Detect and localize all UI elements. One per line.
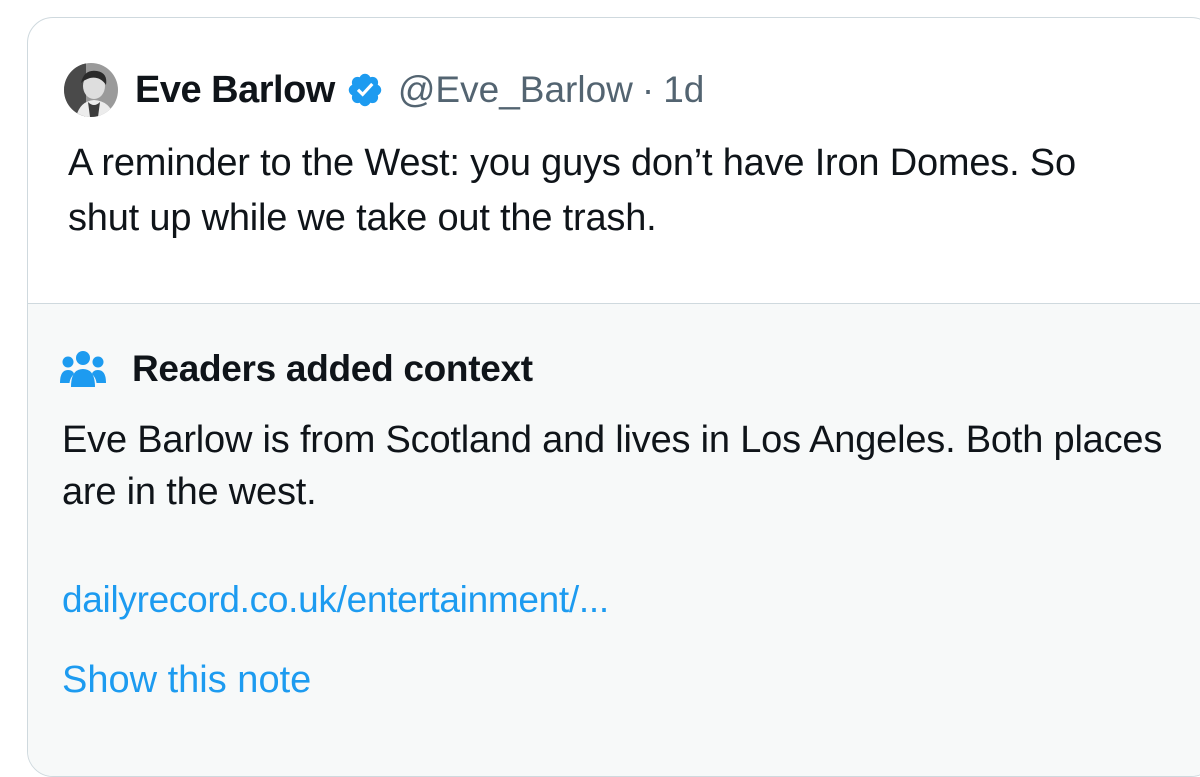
show-note-link[interactable]: Show this note [62, 659, 311, 702]
quoted-tweet-card[interactable]: Eve Barlow @Eve_Barlow · 1d A reminder t… [27, 17, 1200, 777]
tweet-text: A reminder to the West: you guys don’t h… [68, 142, 1076, 239]
note-header: Readers added context [60, 348, 533, 390]
tweet-header: Eve Barlow @Eve_Barlow · 1d [64, 62, 704, 118]
note-source-link[interactable]: dailyrecord.co.uk/entertainment/... [62, 579, 609, 621]
tweet-timestamp[interactable]: 1d [663, 69, 704, 111]
author-name[interactable]: Eve Barlow [135, 69, 335, 112]
author-avatar[interactable] [64, 63, 118, 117]
note-body: Eve Barlow is from Scotland and lives in… [62, 419, 1163, 513]
verified-badge-icon [348, 73, 382, 107]
note-title: Readers added context [132, 348, 533, 389]
separator-dot: · [641, 69, 655, 110]
community-note: Readers added context Eve Barlow is from… [28, 303, 1200, 776]
people-icon [60, 351, 106, 387]
author-handle[interactable]: @Eve_Barlow [398, 69, 633, 111]
